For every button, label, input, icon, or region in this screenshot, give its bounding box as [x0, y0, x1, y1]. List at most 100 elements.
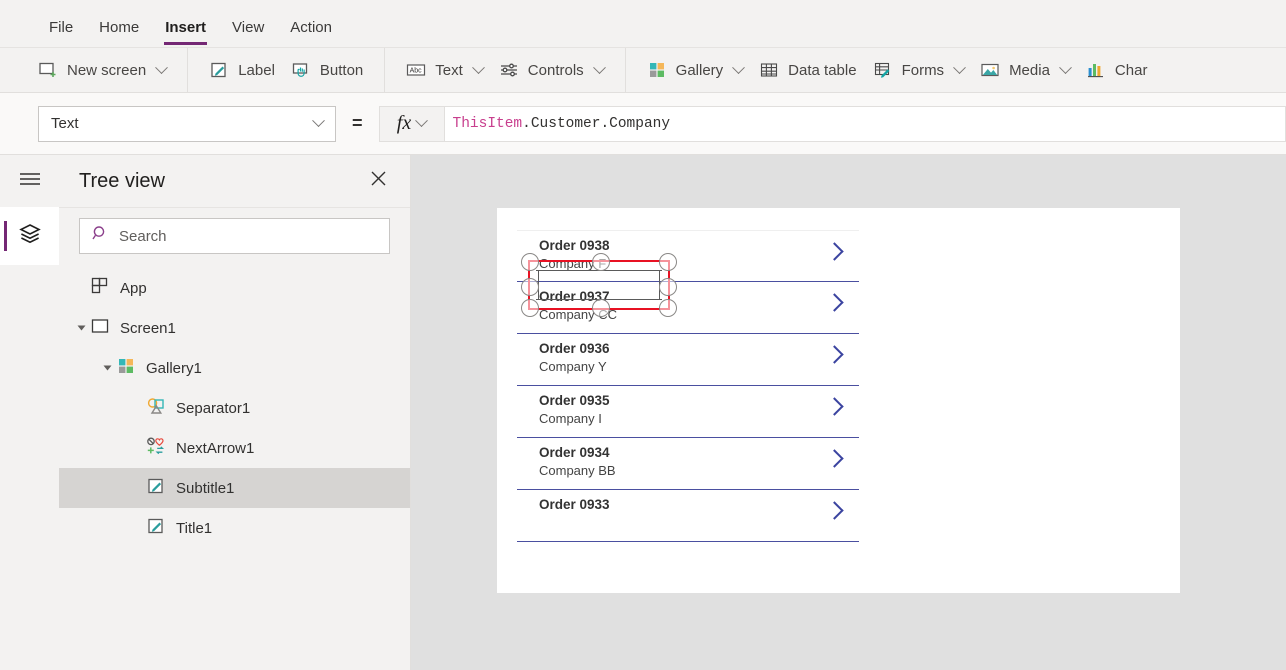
charts-button-label: Char [1114, 61, 1148, 79]
rail-tab-tree-view[interactable] [0, 207, 59, 265]
button-icon [291, 60, 311, 80]
charts-icon [1086, 60, 1106, 80]
gallery-row-subtitle: Company F [539, 256, 607, 271]
menu-bar: File Home Insert View Action [0, 0, 1286, 47]
tree-item-label: NextArrow1 [176, 439, 255, 457]
formula-bar: Text = fx ThisItem .Customer.Company [0, 93, 1286, 155]
menu-item-file[interactable]: File [36, 19, 86, 47]
formula-object-token: ThisItem [452, 115, 523, 132]
chevron-down-icon[interactable] [953, 60, 966, 74]
forms-button-label: Forms [901, 61, 945, 79]
charts-button[interactable]: Char [1078, 56, 1156, 84]
app-screen-canvas[interactable]: Order 0938 Company F Order 0937 Company … [497, 208, 1180, 593]
data-table-button-label: Data table [788, 61, 857, 79]
forms-button[interactable]: Forms [865, 56, 973, 84]
data-table-icon [759, 60, 779, 80]
fx-icon: fx [396, 112, 412, 134]
gallery-button-label: Gallery [675, 61, 724, 79]
controls-button-label: Controls [527, 61, 584, 79]
gallery-row[interactable]: Order 0936 Company Y [517, 334, 859, 386]
chevron-down-icon[interactable] [1059, 60, 1072, 74]
tree-item-app[interactable]: App [59, 268, 410, 308]
twisty-expanded-icon[interactable] [103, 365, 112, 371]
property-select[interactable]: Text [38, 105, 336, 142]
search-input[interactable]: Search [79, 218, 390, 254]
tree-item-screen1[interactable]: Screen1 [59, 308, 410, 348]
menu-item-view[interactable]: View [219, 19, 277, 47]
hamburger-menu-button[interactable] [0, 155, 59, 207]
gallery-row[interactable]: Order 0935 Company I [517, 386, 859, 438]
chevron-down-icon[interactable] [312, 114, 325, 128]
gallery-row-title: Order 0933 [539, 497, 610, 512]
tree-item-gallery1[interactable]: Gallery1 [59, 348, 410, 388]
controls-button[interactable]: Controls [491, 56, 612, 84]
tree-view-title: Tree view [79, 169, 165, 192]
media-button[interactable]: Media [972, 56, 1078, 84]
search-placeholder: Search [119, 227, 167, 245]
tree-item-label: Gallery1 [146, 359, 202, 377]
tree-item-label: Separator1 [176, 399, 251, 417]
tree-item-separator1[interactable]: Separator1 [59, 388, 410, 428]
tree-item-title1[interactable]: Title1 [59, 508, 410, 548]
data-table-button[interactable]: Data table [751, 56, 864, 84]
gallery-row[interactable]: Order 0934 Company BB [517, 438, 859, 490]
left-rail [0, 155, 59, 670]
screen-icon [90, 316, 110, 340]
gallery-row-title: Order 0934 [539, 445, 610, 460]
gallery-row-subtitle: Company Y [539, 359, 607, 374]
close-icon [370, 170, 387, 192]
ribbon-group-data: Gallery Data table Forms Media Char [626, 48, 1169, 92]
text-button[interactable]: Abc Text [398, 56, 491, 84]
property-select-value: Text [51, 115, 79, 132]
fx-button[interactable]: fx [378, 105, 445, 142]
tree-item-nextarrow1[interactable]: NextArrow1 [59, 428, 410, 468]
gallery-row-title: Order 0935 [539, 393, 610, 408]
separator-icon [146, 396, 166, 420]
label-button[interactable]: Label [201, 56, 283, 84]
gallery-icon [647, 60, 667, 80]
menu-item-action[interactable]: Action [277, 19, 345, 47]
gallery-row[interactable]: Order 0938 Company F [517, 230, 859, 282]
button-button-label: Button [319, 61, 364, 79]
canvas-workspace: Order 0938 Company F Order 0937 Company … [411, 155, 1286, 670]
media-button-label: Media [1009, 61, 1050, 79]
chevron-down-icon[interactable] [415, 114, 429, 128]
button-button[interactable]: Button [283, 56, 371, 84]
chevron-down-icon[interactable] [471, 60, 485, 74]
text-abc-icon: Abc [406, 60, 426, 80]
search-icon [92, 225, 109, 247]
gallery-icon [116, 356, 136, 380]
label-icon [209, 60, 229, 80]
formula-input[interactable]: ThisItem .Customer.Company [444, 105, 1286, 142]
gallery-control[interactable]: Order 0938 Company F Order 0937 Company … [517, 230, 859, 593]
gallery-row-title: Order 0938 [539, 238, 610, 253]
tree-item-subtitle1[interactable]: Subtitle1 [59, 468, 410, 508]
gallery-row-title: Order 0937 [539, 289, 610, 304]
tree-view-panel: Tree view Search App Screen1 Gallery1 Se… [59, 155, 411, 670]
ribbon-group-input: Abc Text Controls [385, 48, 626, 92]
label-icon [146, 476, 166, 500]
controls-sliders-icon [499, 60, 519, 80]
gallery-row-subtitle: Company BB [539, 463, 616, 478]
new-screen-button[interactable]: New screen [30, 56, 174, 84]
hamburger-icon [19, 171, 41, 192]
tree-view-header: Tree view [59, 155, 410, 208]
menu-item-insert[interactable]: Insert [152, 19, 219, 47]
close-panel-button[interactable] [364, 167, 392, 195]
menu-item-home[interactable]: Home [86, 19, 152, 47]
gallery-row-subtitle: Company I [539, 411, 602, 426]
chevron-down-icon[interactable] [592, 60, 606, 74]
gallery-row[interactable]: Order 0933 [517, 490, 859, 542]
new-screen-label: New screen [67, 61, 147, 79]
twisty-expanded-icon[interactable] [77, 325, 86, 331]
gallery-row[interactable]: Order 0937 Company CC [517, 282, 859, 334]
tree-item-label: Subtitle1 [176, 479, 235, 497]
next-arrow-icon [146, 436, 166, 460]
chevron-down-icon[interactable] [155, 60, 169, 74]
chevron-down-icon[interactable] [732, 60, 746, 74]
ribbon-group-basic: Label Button [188, 48, 386, 92]
tree-item-label: Screen1 [120, 319, 176, 337]
ribbon-toolbar: New screen Label Button Abc Text Control… [0, 47, 1286, 93]
tree-item-label: Title1 [176, 519, 213, 537]
gallery-button[interactable]: Gallery [639, 56, 752, 84]
